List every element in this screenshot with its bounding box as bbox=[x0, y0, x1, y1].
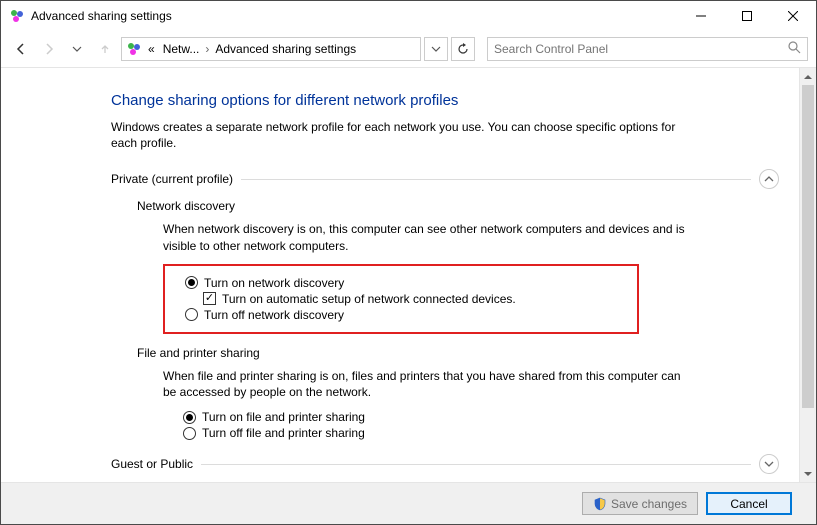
expand-guest-button[interactable] bbox=[759, 454, 779, 474]
profile-header-private: Private (current profile) bbox=[111, 169, 799, 189]
breadcrumb-back[interactable]: « bbox=[144, 42, 159, 56]
address-dropdown-button[interactable] bbox=[424, 37, 448, 61]
radio-icon bbox=[185, 308, 198, 321]
radio-icon bbox=[183, 411, 196, 424]
forward-button[interactable] bbox=[37, 37, 61, 61]
radio-label: Turn on file and printer sharing bbox=[202, 410, 365, 424]
checkbox-nd-auto[interactable]: Turn on automatic setup of network conne… bbox=[203, 292, 637, 306]
radio-icon bbox=[185, 276, 198, 289]
nav-row: « Netw... › Advanced sharing settings bbox=[1, 31, 816, 67]
scroll-down-button[interactable] bbox=[800, 465, 816, 482]
app-icon bbox=[9, 8, 25, 24]
checkbox-label: Turn on automatic setup of network conne… bbox=[222, 292, 516, 306]
scroll-thumb[interactable] bbox=[802, 85, 814, 408]
network-discovery-desc: When network discovery is on, this compu… bbox=[163, 221, 693, 253]
address-icon bbox=[126, 41, 142, 57]
footer: Save changes Cancel bbox=[1, 482, 816, 524]
checkbox-icon bbox=[203, 292, 216, 305]
highlight-box: Turn on network discovery Turn on automa… bbox=[163, 264, 639, 334]
close-button[interactable] bbox=[770, 1, 816, 31]
radio-fp-on[interactable]: Turn on file and printer sharing bbox=[183, 410, 799, 424]
profile-label: Guest or Public bbox=[111, 457, 193, 471]
network-discovery-title: Network discovery bbox=[137, 199, 799, 213]
up-button[interactable] bbox=[93, 37, 117, 61]
search-icon bbox=[788, 41, 801, 57]
content-area: Change sharing options for different net… bbox=[1, 68, 816, 482]
minimize-button[interactable] bbox=[678, 1, 724, 31]
shield-icon bbox=[593, 497, 607, 511]
profile-header-guest: Guest or Public bbox=[111, 454, 799, 474]
maximize-button[interactable] bbox=[724, 1, 770, 31]
radio-fp-off[interactable]: Turn off file and printer sharing bbox=[183, 426, 799, 440]
radio-label: Turn on network discovery bbox=[204, 276, 344, 290]
address-bar[interactable]: « Netw... › Advanced sharing settings bbox=[121, 37, 421, 61]
scroll-up-button[interactable] bbox=[800, 68, 816, 85]
profile-label: Private (current profile) bbox=[111, 172, 233, 186]
collapse-private-button[interactable] bbox=[759, 169, 779, 189]
window-title: Advanced sharing settings bbox=[31, 9, 172, 23]
titlebar: Advanced sharing settings bbox=[1, 1, 816, 31]
breadcrumb-sep-icon: › bbox=[203, 42, 211, 56]
radio-label: Turn off file and printer sharing bbox=[202, 426, 365, 440]
vertical-scrollbar[interactable] bbox=[799, 68, 816, 482]
page-title: Change sharing options for different net… bbox=[111, 92, 799, 109]
search-box[interactable] bbox=[487, 37, 808, 61]
breadcrumb-item[interactable]: Advanced sharing settings bbox=[211, 42, 360, 56]
button-label: Cancel bbox=[730, 497, 767, 511]
radio-nd-off[interactable]: Turn off network discovery bbox=[185, 308, 637, 322]
save-changes-button[interactable]: Save changes bbox=[582, 492, 698, 515]
cancel-button[interactable]: Cancel bbox=[706, 492, 792, 515]
radio-nd-on[interactable]: Turn on network discovery bbox=[185, 276, 637, 290]
radio-icon bbox=[183, 427, 196, 440]
radio-label: Turn off network discovery bbox=[204, 308, 344, 322]
file-printer-desc: When file and printer sharing is on, fil… bbox=[163, 368, 693, 400]
search-input[interactable] bbox=[494, 42, 801, 56]
breadcrumb-item[interactable]: Netw... bbox=[159, 42, 204, 56]
page-intro: Windows creates a separate network profi… bbox=[111, 119, 691, 151]
refresh-button[interactable] bbox=[451, 37, 475, 61]
window-frame: Advanced sharing settings « Netw... › Ad… bbox=[0, 0, 817, 525]
recent-locations-button[interactable] bbox=[65, 37, 89, 61]
back-button[interactable] bbox=[9, 37, 33, 61]
file-printer-title: File and printer sharing bbox=[137, 346, 799, 360]
button-label: Save changes bbox=[611, 497, 687, 511]
